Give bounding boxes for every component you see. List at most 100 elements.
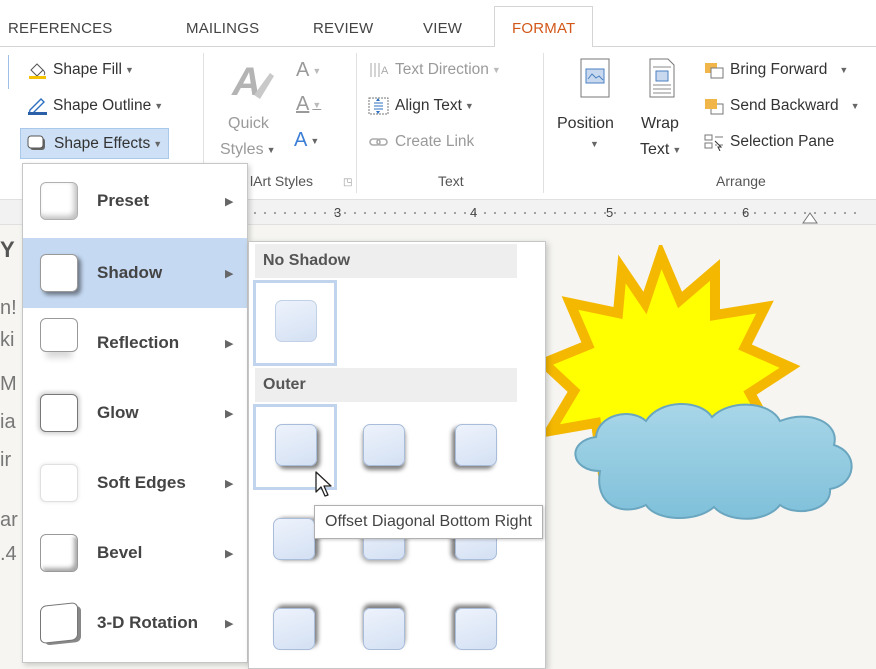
svg-text:A: A — [231, 60, 261, 104]
menu-item-preset[interactable]: Preset ▶ — [23, 166, 247, 236]
dialog-launcher-icon[interactable]: ◳ — [343, 177, 352, 188]
tab-format[interactable]: FORMAT — [494, 6, 594, 47]
quick-styles-label-1: Quick — [228, 115, 269, 132]
create-link-label: Create Link — [395, 133, 475, 150]
dropdown-caret-icon: ▼ — [310, 135, 320, 146]
text-effects-button[interactable]: A ▼ — [294, 129, 319, 152]
menu-item-label: Glow — [97, 403, 139, 422]
gallery-section-heading: No Shadow — [255, 244, 517, 278]
quick-styles-label-2: Styles — [220, 141, 264, 158]
position-caret-icon[interactable]: ▼ — [587, 139, 599, 149]
shape-fill-button[interactable]: Shape Fill ▼ — [26, 61, 134, 79]
tab-mailings[interactable]: MAILINGS — [186, 20, 259, 37]
tab-review[interactable]: REVIEW — [313, 20, 373, 37]
text-direction-label: Text Direction — [395, 61, 489, 78]
submenu-arrow-icon: ▶ — [225, 617, 234, 630]
submenu-arrow-icon: ▶ — [225, 407, 234, 420]
dropdown-caret-icon: ▼ — [491, 65, 501, 75]
position-icon[interactable] — [575, 57, 615, 103]
shape-outline-button[interactable]: Shape Outline ▼ — [26, 97, 163, 115]
doc-text-fragment: ia — [0, 411, 16, 433]
menu-item-3d-rotation[interactable]: 3-D Rotation ▶ — [23, 588, 247, 658]
menu-item-reflection[interactable]: Reflection ▶ — [23, 308, 247, 378]
tab-view[interactable]: VIEW — [423, 20, 462, 37]
bring-forward-button[interactable]: Bring Forward ▼ — [703, 61, 848, 79]
tab-references[interactable]: REFERENCES — [8, 20, 113, 37]
dropdown-caret-icon: ▼ — [850, 101, 860, 111]
shadow-swatch — [275, 300, 317, 342]
menu-item-label: Shadow — [97, 263, 163, 282]
indent-marker-icon[interactable] — [802, 210, 818, 224]
text-outline-button[interactable]: A ▼ — [296, 93, 321, 116]
group-separator — [356, 53, 357, 193]
ruler-ticks — [250, 212, 860, 214]
3d-rotation-icon — [40, 602, 78, 644]
submenu-arrow-icon: ▶ — [225, 267, 234, 280]
menu-item-soft-edges[interactable]: Soft Edges ▶ — [23, 448, 247, 518]
dropdown-caret-icon: ▼ — [266, 145, 276, 155]
align-text-icon — [368, 97, 390, 115]
shape-effects-icon — [27, 135, 49, 153]
menu-item-label: Soft Edges — [97, 473, 186, 492]
text-direction-icon: A — [368, 61, 390, 79]
position-label: Position — [557, 115, 614, 132]
menu-item-bevel[interactable]: Bevel ▶ — [23, 518, 247, 588]
text-fill-icon: A — [296, 59, 310, 81]
wrap-label-1: Wrap — [641, 115, 679, 132]
send-backward-button[interactable]: Send Backward ▼ — [703, 97, 859, 115]
align-text-button[interactable]: Align Text ▼ — [368, 97, 474, 115]
shadow-swatch — [455, 608, 497, 650]
text-outline-icon: A — [296, 93, 310, 115]
submenu-arrow-icon: ▶ — [225, 195, 234, 208]
link-icon — [368, 133, 390, 151]
cloud-shape[interactable] — [560, 393, 870, 523]
text-direction-button[interactable]: A Text Direction ▼ — [368, 61, 501, 79]
ruler-number: 6 — [742, 205, 750, 220]
doc-text-fragment: ar — [0, 509, 18, 531]
wrap-text-button[interactable]: Text ▼ — [640, 141, 681, 159]
selection-pane-button[interactable]: Selection Pane — [703, 133, 834, 152]
soft-edges-icon — [40, 464, 78, 502]
glow-icon — [40, 394, 78, 432]
quick-styles-icon[interactable]: A — [230, 55, 278, 107]
tooltip: Offset Diagonal Bottom Right — [314, 505, 543, 539]
shadow-swatch — [273, 608, 315, 650]
shadow-swatch — [455, 424, 497, 466]
menu-item-glow[interactable]: Glow ▶ — [23, 378, 247, 448]
doc-text-fragment: n! — [0, 297, 17, 319]
paint-bucket-icon — [26, 61, 48, 79]
shadow-option-offset-top[interactable] — [341, 588, 425, 669]
send-backward-icon — [703, 97, 725, 115]
menu-item-label: 3-D Rotation — [97, 613, 199, 632]
dropdown-caret-icon: ▼ — [154, 101, 164, 111]
shape-effects-button[interactable]: Shape Effects ▼ — [20, 128, 170, 159]
create-link-button[interactable]: Create Link — [368, 133, 474, 151]
quick-styles-button[interactable]: Styles ▼ — [220, 141, 276, 159]
text-fill-button[interactable]: A ▼ — [296, 59, 321, 82]
shadow-option-offset-bottom[interactable] — [341, 404, 425, 490]
text-group-label: Text — [438, 173, 464, 189]
submenu-arrow-icon: ▶ — [225, 477, 234, 490]
shadow-icon — [40, 254, 78, 292]
arrange-group-label: Arrange — [716, 173, 766, 189]
shadow-option-offset-diagonal-bottom-left[interactable] — [433, 404, 517, 490]
dropdown-caret-icon: ▼ — [464, 101, 474, 111]
dropdown-caret-icon: ▼ — [672, 145, 682, 155]
bring-forward-icon — [703, 61, 725, 79]
shadow-option-offset-diagonal-top-right[interactable] — [251, 588, 335, 669]
selection-pane-icon — [703, 133, 725, 152]
wrap-text-icon[interactable] — [644, 57, 680, 103]
shape-outline-label: Shape Outline — [53, 97, 152, 114]
reflection-icon — [40, 318, 78, 352]
dropdown-caret-icon: ▼ — [839, 65, 849, 75]
shadow-option-offset-diagonal-top-left[interactable] — [433, 588, 517, 669]
shadow-option-none[interactable] — [253, 280, 337, 366]
gallery-section-heading: Outer — [255, 368, 517, 402]
menu-item-shadow[interactable]: Shadow ▶ — [23, 238, 247, 308]
ruler-number: 3 — [334, 205, 342, 220]
shape-effects-menu: Preset ▶ Shadow ▶ Reflection ▶ Glow ▶ So… — [22, 163, 248, 663]
menu-item-label: Preset — [97, 191, 149, 210]
mouse-pointer-icon — [315, 471, 332, 497]
group-separator — [543, 53, 544, 193]
text-effects-icon: A — [294, 129, 308, 151]
